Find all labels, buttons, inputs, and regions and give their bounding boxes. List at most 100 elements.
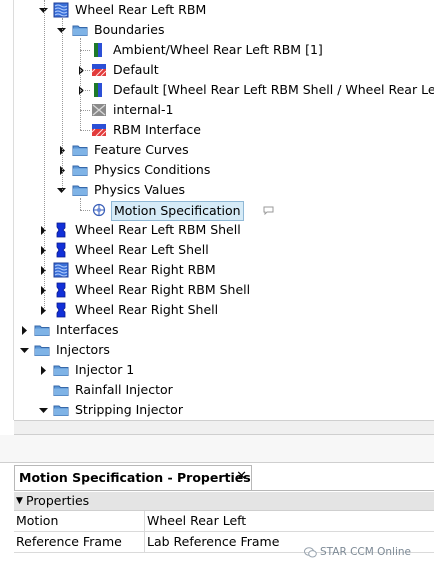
tree-connector <box>80 70 90 71</box>
shell-region-icon <box>53 282 69 298</box>
simulation-tree[interactable]: Wheel Rear Left RBM Boundaries Ambient/Whe… <box>0 0 434 420</box>
tree-item-label: Stripping Injector <box>75 402 183 417</box>
chevron-right-icon[interactable] <box>57 160 69 180</box>
property-row-motion[interactable]: Motion Wheel Rear Left <box>14 511 434 532</box>
folder-icon <box>34 322 50 338</box>
rbm-region-icon <box>53 262 69 278</box>
tree-item-label: Physics Conditions <box>94 162 211 177</box>
tree-item-label: Injector 1 <box>75 362 135 377</box>
chat-icon <box>304 547 317 558</box>
motion-specification-icon <box>91 202 107 218</box>
tree-item-stripping-injector[interactable]: Stripping Injector <box>0 400 434 420</box>
tree-item-label: Default [Wheel Rear Left RBM Shell / Whe… <box>113 82 434 97</box>
watermark: STAR CCM Online <box>304 546 412 558</box>
tree-item-label: Feature Curves <box>94 142 189 157</box>
horizontal-scrollbar[interactable] <box>14 420 434 435</box>
watermark-text: STAR CCM Online <box>320 546 412 558</box>
chevron-right-icon[interactable] <box>19 320 31 340</box>
shell-region-icon <box>53 302 69 318</box>
properties-panel: ▼ Properties Motion Wheel Rear Left Refe… <box>14 490 434 572</box>
tree-item-label: Default <box>113 62 159 77</box>
chevron-down-icon[interactable] <box>19 340 31 360</box>
rbm-region-icon <box>53 2 69 18</box>
tree-footer-area <box>0 435 434 463</box>
tree-item-default-wheel-rear-left-rbm-shell-wheel-rear-left-rbm[interactable]: Default [Wheel Rear Left RBM Shell / Whe… <box>0 80 434 100</box>
tree-item-label: Wheel Rear Right RBM Shell <box>75 282 251 297</box>
chevron-down-icon[interactable] <box>38 400 50 420</box>
tree-item-wheel-rear-left-shell[interactable]: Wheel Rear Left Shell <box>0 240 434 260</box>
chevron-right-icon[interactable] <box>38 360 50 380</box>
folder-icon <box>72 182 88 198</box>
folder-icon <box>53 382 69 398</box>
tree-item-label: Wheel Rear Right RBM <box>75 262 216 277</box>
tree-item-label: Ambient/Wheel Rear Left RBM [1] <box>113 42 323 57</box>
tree-item-default[interactable]: Default <box>0 60 434 80</box>
folder-icon <box>34 342 50 358</box>
chevron-down-icon: ▼ <box>16 496 23 506</box>
tree-item-label: Wheel Rear Left RBM Shell <box>75 222 241 237</box>
tree-connector <box>80 110 90 111</box>
interface-boundary-icon <box>91 42 107 58</box>
tree-item-physics-values[interactable]: Physics Values <box>0 180 434 200</box>
tree-item-label: Wheel Rear Left RBM <box>75 2 207 17</box>
tree-item-label: RBM Interface <box>113 122 201 137</box>
tree-item-label: Wheel Rear Right Shell <box>75 302 219 317</box>
folder-icon <box>53 362 69 378</box>
tree-item-feature-curves[interactable]: Feature Curves <box>0 140 434 160</box>
tree-connector <box>44 0 45 310</box>
wall-boundary-icon <box>91 122 107 138</box>
interface-boundary-icon <box>91 82 107 98</box>
property-name: Motion <box>16 513 59 528</box>
properties-category-header[interactable]: ▼ Properties <box>14 492 434 511</box>
tree-item-injectors[interactable]: Injectors <box>0 340 434 360</box>
tree-item-label: Wheel Rear Left Shell <box>75 242 209 257</box>
properties-category-label: Properties <box>26 493 90 508</box>
chevron-right-icon[interactable] <box>57 140 69 160</box>
properties-tab-title: Motion Specification - Properties <box>19 470 251 485</box>
tree-item-wheel-rear-left-rbm[interactable]: Wheel Rear Left RBM <box>0 0 434 20</box>
tree-connector <box>62 18 63 190</box>
properties-tab[interactable]: Motion Specification - Properties ✕ <box>14 465 252 491</box>
internal-boundary-icon <box>91 102 107 118</box>
property-value[interactable]: Wheel Rear Left <box>147 511 246 531</box>
tree-item-label: Boundaries <box>94 22 165 37</box>
folder-icon <box>72 142 88 158</box>
folder-icon <box>72 22 88 38</box>
wall-boundary-icon <box>91 62 107 78</box>
shell-region-icon <box>53 242 69 258</box>
property-name: Reference Frame <box>16 534 122 549</box>
tree-item-label: Physics Values <box>94 182 186 197</box>
tree-connector <box>80 50 90 51</box>
comment-icon <box>263 206 274 215</box>
tree-item-label: Interfaces <box>56 322 119 337</box>
column-divider <box>144 532 145 552</box>
tree-item-label: Rainfall Injector <box>75 382 173 397</box>
property-value[interactable]: Lab Reference Frame <box>147 532 279 552</box>
tree-item-wheel-rear-right-rbm[interactable]: Wheel Rear Right RBM <box>0 260 434 280</box>
tree-connector <box>80 198 81 210</box>
tree-item-wheel-rear-right-rbm-shell[interactable]: Wheel Rear Right RBM Shell <box>0 280 434 300</box>
tree-item-wheel-rear-right-shell[interactable]: Wheel Rear Right Shell <box>0 300 434 320</box>
shell-region-icon <box>53 222 69 238</box>
close-icon[interactable]: ✕ <box>236 469 247 484</box>
tree-item-rbm-interface[interactable]: RBM Interface <box>0 120 434 140</box>
tree-item-motion-specification[interactable]: Motion Specification <box>0 200 434 221</box>
tree-item-wheel-rear-left-rbm-shell[interactable]: Wheel Rear Left RBM Shell <box>0 220 434 240</box>
tree-item-injector-1[interactable]: Injector 1 <box>0 360 434 380</box>
tree-item-label: internal-1 <box>113 102 174 117</box>
tree-connector <box>80 130 90 131</box>
tree-item-internal-1[interactable]: internal-1 <box>0 100 434 120</box>
tree-connector <box>80 210 90 211</box>
tree-item-interfaces[interactable]: Interfaces <box>0 320 434 340</box>
tree-connector <box>80 38 81 130</box>
tree-item-ambient-wheel-rear-left-rbm-1[interactable]: Ambient/Wheel Rear Left RBM [1] <box>0 40 434 60</box>
column-divider <box>144 511 145 531</box>
tree-item-rainfall-injector[interactable]: Rainfall Injector <box>0 380 434 400</box>
tree-connector <box>80 90 90 91</box>
tree-item-label: Motion Specification <box>111 201 244 221</box>
tree-item-physics-conditions[interactable]: Physics Conditions <box>0 160 434 180</box>
tree-item-boundaries[interactable]: Boundaries <box>0 20 434 40</box>
folder-icon <box>53 402 69 418</box>
folder-icon <box>72 162 88 178</box>
tree-item-label: Injectors <box>56 342 110 357</box>
